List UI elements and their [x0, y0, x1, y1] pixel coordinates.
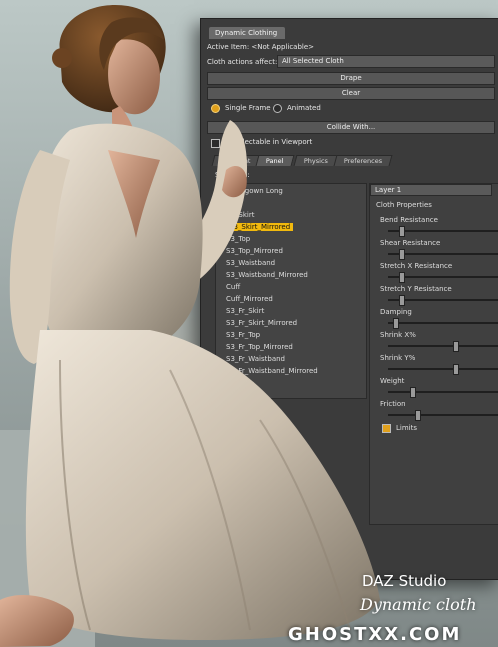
animated-label: Animated — [287, 104, 321, 112]
damping-slider[interactable] — [388, 318, 498, 329]
tree-item[interactable]: S3_Fr_Waistband — [226, 355, 285, 363]
selection-tree[interactable]: Nightgown Long S3_Skirt S3_Skirt_Mirrore… — [215, 183, 367, 399]
slider-knob[interactable] — [398, 295, 405, 306]
prop-label: Shear Resistance — [380, 239, 441, 247]
slider-knob[interactable] — [398, 226, 405, 237]
tree-item[interactable]: S3_Top — [226, 235, 250, 243]
shear-resistance-slider[interactable] — [388, 249, 498, 260]
tree-item[interactable]: S3_Fr_Skirt_Mirrored — [226, 319, 297, 327]
clear-button[interactable]: Clear — [207, 87, 495, 100]
layer-select[interactable]: Layer 1 — [370, 184, 492, 196]
prop-label: Stretch Y Resistance — [380, 285, 452, 293]
friction-slider[interactable] — [388, 410, 498, 421]
tab-preferences[interactable]: Preferences — [333, 155, 393, 166]
cloth-properties-panel: Layer 1 Cloth Properties Bend Resistance… — [369, 183, 498, 525]
tree-item[interactable]: S3_Waistband — [226, 259, 275, 267]
slider-knob[interactable] — [398, 272, 405, 283]
weight-slider[interactable] — [388, 387, 498, 398]
tree-item[interactable]: S3_Waistband_Mirrored — [226, 271, 308, 279]
tree-item[interactable]: Nightgown Long — [226, 187, 283, 195]
bend-resistance-slider[interactable] — [388, 226, 498, 237]
all-selectable-checkbox[interactable] — [211, 139, 220, 148]
all-selectable-label: All Selectable in Viewport — [223, 138, 313, 146]
selection-header: Selection: — [215, 171, 250, 179]
stretch-y-slider[interactable] — [388, 295, 498, 306]
slider-knob[interactable] — [409, 387, 416, 398]
dynamic-cloth-logo-text: Dynamic cloth — [360, 595, 477, 614]
cloth-actions-select[interactable]: All Selected Cloth — [277, 55, 495, 68]
tree-item[interactable]: S3_Top_Mirrored — [226, 247, 283, 255]
dynamic-clothing-panel: Dynamic Clothing Active Item: <Not Appli… — [200, 18, 498, 580]
tree-item[interactable]: S3_Fr_Waistband_Mirrored — [226, 367, 318, 375]
tree-item-selected[interactable]: S3_Skirt_Mirrored — [226, 223, 294, 231]
single-frame-label: Single Frame — [225, 104, 271, 112]
tree-item[interactable]: S3_Skirt — [226, 211, 254, 219]
active-item-label: Active Item: <Not Applicable> — [207, 43, 315, 51]
slider-knob[interactable] — [452, 341, 459, 352]
slider-knob[interactable] — [393, 318, 400, 329]
prop-label: Stretch X Resistance — [380, 262, 453, 270]
drape-button[interactable]: Drape — [207, 72, 495, 85]
prop-label: Shrink X% — [380, 331, 416, 339]
watermark-text: GHOSTXX.COM — [288, 624, 462, 645]
daz-studio-logo-text: DAZ Studio — [362, 572, 447, 590]
cloth-properties-header: Cloth Properties — [376, 201, 432, 209]
tab-garment[interactable]: Garment — [211, 155, 262, 166]
cloth-actions-label: Cloth actions affect: — [207, 58, 278, 66]
prop-label: Bend Resistance — [380, 216, 438, 224]
shrink-x-slider[interactable] — [388, 341, 498, 352]
tree-item[interactable]: S3_Fr_Top_Mirrored — [226, 343, 293, 351]
slider-knob[interactable] — [398, 249, 405, 260]
prop-label: Damping — [380, 308, 412, 316]
prop-label: Shrink Y% — [380, 354, 416, 362]
limits-label: Limits — [396, 424, 417, 432]
prop-label: Friction — [380, 400, 406, 408]
tree-item[interactable]: S3_Fr_Top — [226, 331, 260, 339]
collide-with-button[interactable]: Collide With... — [207, 121, 495, 134]
slider-knob[interactable] — [452, 364, 459, 375]
shrink-y-slider[interactable] — [388, 364, 498, 375]
slider-knob[interactable] — [415, 410, 421, 421]
tree-item[interactable]: Cuff_Mirrored — [226, 295, 273, 303]
tab-physics[interactable]: Physics — [293, 155, 339, 166]
tree-item[interactable]: Cuff — [226, 283, 240, 291]
tab-panel[interactable]: Panel — [255, 155, 295, 166]
prop-label: Weight — [380, 377, 405, 385]
animated-radio[interactable] — [273, 104, 282, 113]
limits-checkbox[interactable] — [382, 424, 391, 433]
stretch-x-slider[interactable] — [388, 272, 498, 283]
tree-item[interactable]: S3_Fr_Skirt — [226, 307, 264, 315]
single-frame-radio[interactable] — [211, 104, 220, 113]
panel-title: Dynamic Clothing — [209, 27, 285, 39]
